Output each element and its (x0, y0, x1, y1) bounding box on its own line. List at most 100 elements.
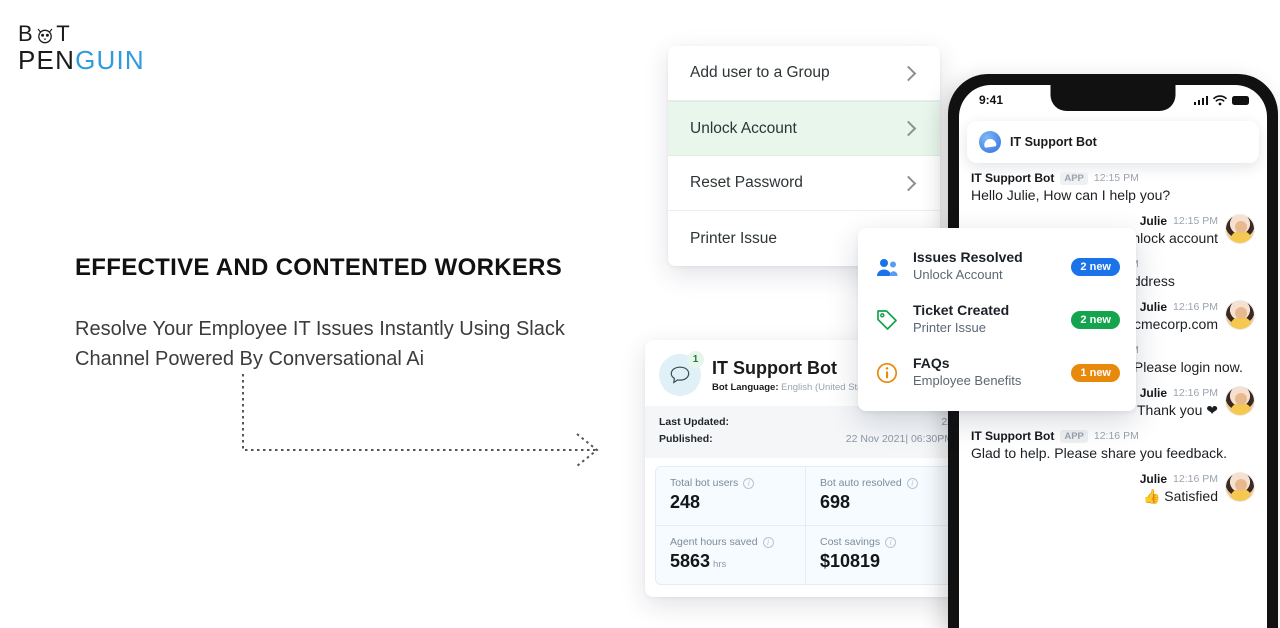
menu-item-label: Printer Issue (690, 229, 778, 247)
channel-header[interactable]: IT Support Bot (967, 121, 1259, 163)
message-author: Julie (1139, 386, 1168, 400)
penguin-icon (35, 25, 55, 44)
bot-language-value: English (United Stat (781, 381, 866, 393)
avatar: 1 (659, 351, 704, 396)
notification-ticket-created[interactable]: Ticket Created Printer Issue 2 new (874, 293, 1120, 346)
stat-value: 698 (820, 492, 851, 512)
menu-item-unlock-account[interactable]: Unlock Account (668, 101, 940, 156)
notification-badge: 1 new (1071, 363, 1120, 382)
bot-stats: Total bot users i 248 Bot auto resolved … (645, 458, 967, 597)
signal-bars-icon (1193, 95, 1208, 105)
logo-line-one: B T (18, 22, 198, 46)
channel-avatar-icon (979, 131, 1001, 153)
meta-row-last-updated: Last Updated: 22 (659, 414, 953, 431)
page-subtitle: Resolve Your Employee IT Issues Instantl… (75, 318, 565, 370)
message-body: Hello Julie, How can I help you? (971, 187, 1171, 203)
menu-item-label: Unlock Account (690, 119, 797, 137)
notification-issues-resolved[interactable]: Issues Resolved Unlock Account 2 new (874, 240, 1120, 293)
bot-meta: Last Updated: 22 Published: 22 Nov 2021|… (645, 406, 967, 458)
chevron-right-icon (900, 175, 917, 191)
logo-t: T (56, 21, 72, 46)
notification-title: Issues Resolved (913, 249, 1023, 265)
avatar (1225, 300, 1255, 330)
logo-pen: PEN (18, 45, 76, 75)
avatar (1225, 386, 1255, 416)
bot-language-label: Bot Language: (712, 381, 779, 393)
message-author: IT Support Bot (971, 429, 1055, 443)
notification-badge: 2 new (1071, 310, 1120, 329)
bot-language: Bot Language: English (United Stat (712, 382, 865, 393)
stat-caption: Total bot users (670, 477, 739, 489)
meta-key: Published: (659, 433, 713, 445)
chevron-right-icon (900, 120, 917, 137)
stat-caption: Bot auto resolved (820, 477, 902, 489)
stat-agent-hours-saved: Agent hours saved i 5863 hrs (656, 526, 806, 584)
people-icon (874, 254, 900, 280)
page-title: EFFECTIVE AND CONTENTED WORKERS (75, 254, 563, 281)
chat-message: IT Support Bot APP 12:15 PM Hello Julie,… (971, 171, 1255, 205)
message-author: Julie (1139, 214, 1168, 228)
info-icon[interactable]: i (743, 477, 755, 489)
notification-faqs[interactable]: FAQs Employee Benefits 1 new (874, 346, 1120, 399)
stat-bot-auto-resolved: Bot auto resolved i 698 (806, 467, 956, 526)
chat-message: Julie 12:16 PM 👍 Satisfied (971, 472, 1255, 506)
info-icon[interactable]: i (885, 536, 897, 548)
wifi-icon (1213, 94, 1227, 105)
chat-message: IT Support Bot APP 12:16 PM Glad to help… (971, 429, 1255, 463)
app-badge: APP (1060, 171, 1088, 185)
bot-name: IT Support Bot (712, 357, 837, 378)
tag-icon (874, 307, 900, 333)
message-author: IT Support Bot (971, 171, 1055, 185)
avatar (1225, 214, 1255, 244)
brand-logo[interactable]: B T PENGUIN (18, 22, 198, 75)
stat-caption: Agent hours saved (670, 536, 758, 548)
page-root: B T PENGUIN EFFECTIVE AND CONTENTED WORK… (0, 0, 1280, 628)
message-time: 12:16 PM (1173, 387, 1218, 399)
logo-guin: GUIN (75, 45, 145, 75)
notification-badge: 2 new (1071, 257, 1120, 276)
stat-value: 248 (670, 492, 701, 512)
stat-cost-savings: Cost savings i $10819 (806, 526, 956, 584)
notification-subtitle: Printer Issue (913, 320, 986, 335)
notifications-card: Issues Resolved Unlock Account 2 new Tic… (858, 228, 1136, 411)
status-time: 9:41 (979, 93, 1004, 107)
status-badge: 1 (687, 351, 704, 368)
menu-item-add-user-to-group[interactable]: Add user to a Group (668, 46, 940, 101)
info-icon[interactable]: i (906, 477, 918, 489)
message-body: Glad to help. Please share you feedback. (971, 445, 1228, 461)
phone-notch (1050, 85, 1176, 111)
message-author: Julie (1139, 300, 1168, 314)
menu-item-label: Reset Password (690, 174, 803, 191)
notification-title: Ticket Created (913, 302, 1010, 318)
logo-line-two: PENGUIN (18, 46, 198, 74)
menu-item-label: Add user to a Group (690, 64, 830, 81)
avatar (1225, 472, 1255, 502)
stat-caption: Cost savings (820, 536, 881, 548)
menu-item-reset-password[interactable]: Reset Password (668, 156, 940, 211)
meta-key: Last Updated: (659, 416, 730, 428)
notification-subtitle: Unlock Account (913, 267, 1003, 282)
message-time: 12:16 PM (1093, 430, 1139, 442)
chevron-right-icon (900, 65, 917, 81)
stat-value: $10819 (820, 551, 881, 571)
notification-subtitle: Employee Benefits (913, 373, 1022, 388)
message-time: 12:15 PM (1093, 172, 1139, 184)
message-time: 12:15 PM (1173, 215, 1218, 227)
stat-total-bot-users: Total bot users i 248 (656, 467, 806, 526)
message-time: 12:16 PM (1173, 301, 1218, 313)
stat-value: 5863 hrs (670, 551, 727, 571)
chat-bubble-icon (670, 366, 690, 384)
message-author: Julie (1139, 472, 1168, 486)
info-circle-icon (874, 360, 900, 386)
stat-unit: hrs (713, 559, 727, 570)
meta-row-published: Published: 22 Nov 2021| 06:30PM (659, 431, 953, 448)
meta-value: 22 Nov 2021| 06:30PM (845, 433, 953, 445)
message-time: 12:16 PM (1173, 473, 1218, 485)
dotted-arrow-icon (240, 372, 640, 468)
battery-icon (1232, 95, 1249, 105)
app-badge: APP (1060, 429, 1088, 443)
info-icon[interactable]: i (762, 536, 774, 548)
message-body: 👍 Satisfied (1142, 488, 1218, 504)
channel-name: IT Support Bot (1010, 135, 1097, 149)
logo-b: B (18, 21, 35, 46)
